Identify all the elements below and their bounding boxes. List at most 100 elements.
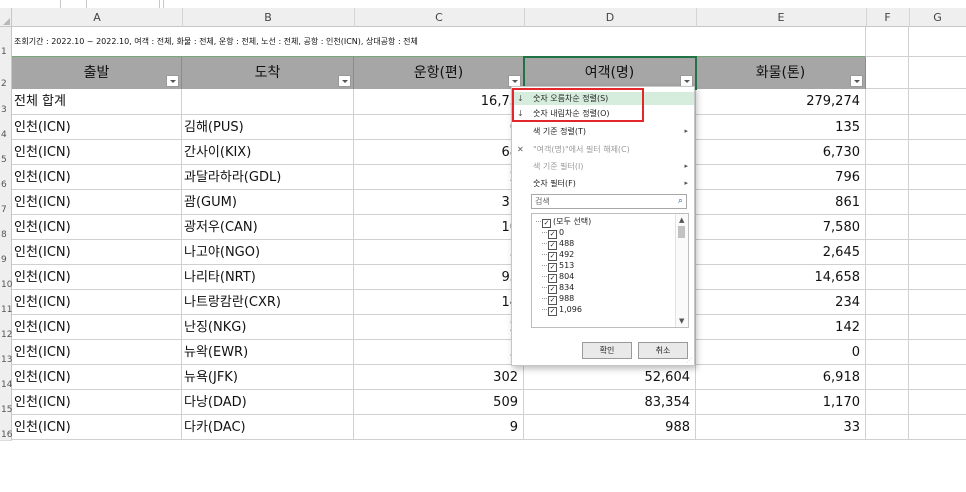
cargo-cell[interactable]: 135 xyxy=(696,115,866,140)
filter-list-item[interactable]: ✓ 988 xyxy=(542,293,574,305)
empty-cell[interactable] xyxy=(866,240,909,265)
scroll-down-icon[interactable]: ▼ xyxy=(679,317,684,325)
arrival-cell[interactable]: 난징(NKG) xyxy=(182,315,354,340)
filter-list-item[interactable]: ✓ 0 xyxy=(542,227,564,239)
arrival-cell[interactable] xyxy=(182,89,354,115)
filter-list-item[interactable]: ✓ (모두 선택) xyxy=(536,216,591,228)
empty-cell[interactable] xyxy=(909,165,966,190)
empty-cell[interactable] xyxy=(866,190,909,215)
empty-cell[interactable] xyxy=(866,415,909,440)
row-header[interactable]: 14 xyxy=(0,365,12,391)
cargo-cell[interactable]: 7,580 xyxy=(696,215,866,240)
arrival-cell[interactable]: 김해(PUS) xyxy=(182,115,354,140)
departure-cell[interactable]: 인천(ICN) xyxy=(12,165,182,190)
empty-cell[interactable] xyxy=(909,190,966,215)
row-header[interactable]: 1 xyxy=(0,27,12,58)
row-header[interactable]: 13 xyxy=(0,340,12,366)
filter-by-color-item[interactable]: 색 기준 필터(I) ▸ xyxy=(512,160,694,173)
cargo-cell[interactable]: 14,658 xyxy=(696,265,866,290)
filter-value-list[interactable]: ✓ (모두 선택) ✓ 0 ✓ 488 ✓ 492 ✓ 513 ✓ 804 ✓ 834 ✓ 988 ✓ 1,096… xyxy=(531,213,689,328)
row-header[interactable]: 15 xyxy=(0,390,12,416)
empty-cell[interactable] xyxy=(909,390,966,415)
cargo-cell[interactable]: 0 xyxy=(696,340,866,365)
departure-cell[interactable]: 인천(ICN) xyxy=(12,190,182,215)
empty-cell[interactable] xyxy=(866,115,909,140)
departure-cell[interactable]: 인천(ICN) xyxy=(12,290,182,315)
empty-cell[interactable] xyxy=(866,215,909,240)
empty-cell[interactable] xyxy=(909,140,966,165)
departure-cell[interactable]: 인천(ICN) xyxy=(12,115,182,140)
departure-cell[interactable]: 인천(ICN) xyxy=(12,390,182,415)
cargo-cell[interactable]: 142 xyxy=(696,315,866,340)
resize-grip-icon[interactable]: ⋰ xyxy=(686,357,692,364)
scroll-up-icon[interactable]: ▲ xyxy=(679,216,684,224)
passengers-cell[interactable]: 83,354 xyxy=(524,390,696,415)
arrival-cell[interactable]: 다카(DAC) xyxy=(182,415,354,440)
empty-cell[interactable] xyxy=(866,365,909,390)
arrival-cell[interactable]: 뉴욕(JFK) xyxy=(182,365,354,390)
empty-cell[interactable] xyxy=(866,340,909,365)
flights-cell[interactable]: 5 xyxy=(354,340,524,365)
empty-cell[interactable] xyxy=(866,57,909,89)
row-header[interactable]: 3 xyxy=(0,89,12,116)
column-header-d[interactable]: D xyxy=(524,8,697,27)
column-header-c[interactable]: C xyxy=(354,8,525,27)
cargo-cell[interactable]: 796 xyxy=(696,165,866,190)
flights-cell[interactable]: 509 xyxy=(354,390,524,415)
empty-cell[interactable] xyxy=(909,215,966,240)
filter-list-item[interactable]: ✓ 1,096 xyxy=(542,304,582,316)
row-header[interactable]: 16 xyxy=(0,415,12,441)
departure-cell[interactable]: 인천(ICN) xyxy=(12,340,182,365)
arrival-cell[interactable]: 뉴왁(EWR) xyxy=(182,340,354,365)
cancel-button[interactable]: 취소 xyxy=(638,342,688,359)
arrival-cell[interactable]: 나트랑캄란(CXR) xyxy=(182,290,354,315)
filter-search-input[interactable]: 검색 ⌕ xyxy=(531,194,687,209)
filter-list-item[interactable]: ✓ 492 xyxy=(542,249,574,261)
cargo-cell[interactable]: 861 xyxy=(696,190,866,215)
ok-button[interactable]: 확인 xyxy=(582,342,632,359)
empty-cell[interactable] xyxy=(909,115,966,140)
row-header[interactable]: 4 xyxy=(0,115,12,141)
filter-dropdown-button[interactable] xyxy=(166,75,179,87)
flights-cell[interactable]: 10 xyxy=(354,215,524,240)
departure-cell[interactable]: 인천(ICN) xyxy=(12,240,182,265)
cargo-cell[interactable]: 2,645 xyxy=(696,240,866,265)
row-header[interactable]: 11 xyxy=(0,290,12,316)
empty-cell[interactable] xyxy=(909,365,966,390)
column-header-g[interactable]: G xyxy=(909,8,966,27)
empty-cell[interactable] xyxy=(866,315,909,340)
flights-cell[interactable]: 68 xyxy=(354,140,524,165)
row-header[interactable]: 8 xyxy=(0,215,12,241)
flights-cell[interactable]: 2 xyxy=(354,315,524,340)
list-scrollbar[interactable]: ▲ ▼ xyxy=(675,214,688,327)
departure-cell[interactable]: 인천(ICN) xyxy=(12,315,182,340)
departure-cell[interactable]: 인천(ICN) xyxy=(12,140,182,165)
arrival-cell[interactable]: 나리타(NRT) xyxy=(182,265,354,290)
departure-cell[interactable]: 인천(ICN) xyxy=(12,415,182,440)
empty-cell[interactable] xyxy=(909,290,966,315)
departure-cell[interactable]: 인천(ICN) xyxy=(12,265,182,290)
column-header-e[interactable]: E xyxy=(696,8,867,27)
empty-cell[interactable] xyxy=(909,27,966,57)
empty-cell[interactable] xyxy=(866,390,909,415)
row-header[interactable]: 10 xyxy=(0,265,12,291)
cargo-cell[interactable]: 234 xyxy=(696,290,866,315)
filter-list-item[interactable]: ✓ 513 xyxy=(542,260,574,272)
empty-cell[interactable] xyxy=(866,265,909,290)
empty-cell[interactable] xyxy=(909,415,966,440)
arrival-cell[interactable]: 과달라하라(GDL) xyxy=(182,165,354,190)
flights-cell[interactable]: 93 xyxy=(354,265,524,290)
row-header[interactable]: 5 xyxy=(0,140,12,166)
select-all-corner[interactable] xyxy=(0,8,12,27)
empty-cell[interactable] xyxy=(909,240,966,265)
empty-cell[interactable] xyxy=(866,89,909,115)
column-header-a[interactable]: A xyxy=(12,8,183,27)
flights-cell[interactable]: 6 xyxy=(354,115,524,140)
empty-cell[interactable] xyxy=(866,27,909,57)
cargo-cell[interactable]: 6,730 xyxy=(696,140,866,165)
row-header[interactable]: 9 xyxy=(0,240,12,266)
column-header-b[interactable]: B xyxy=(182,8,355,27)
column-header-f[interactable]: F xyxy=(866,8,910,27)
row-header[interactable]: 2 xyxy=(0,57,12,90)
empty-cell[interactable] xyxy=(909,57,966,89)
